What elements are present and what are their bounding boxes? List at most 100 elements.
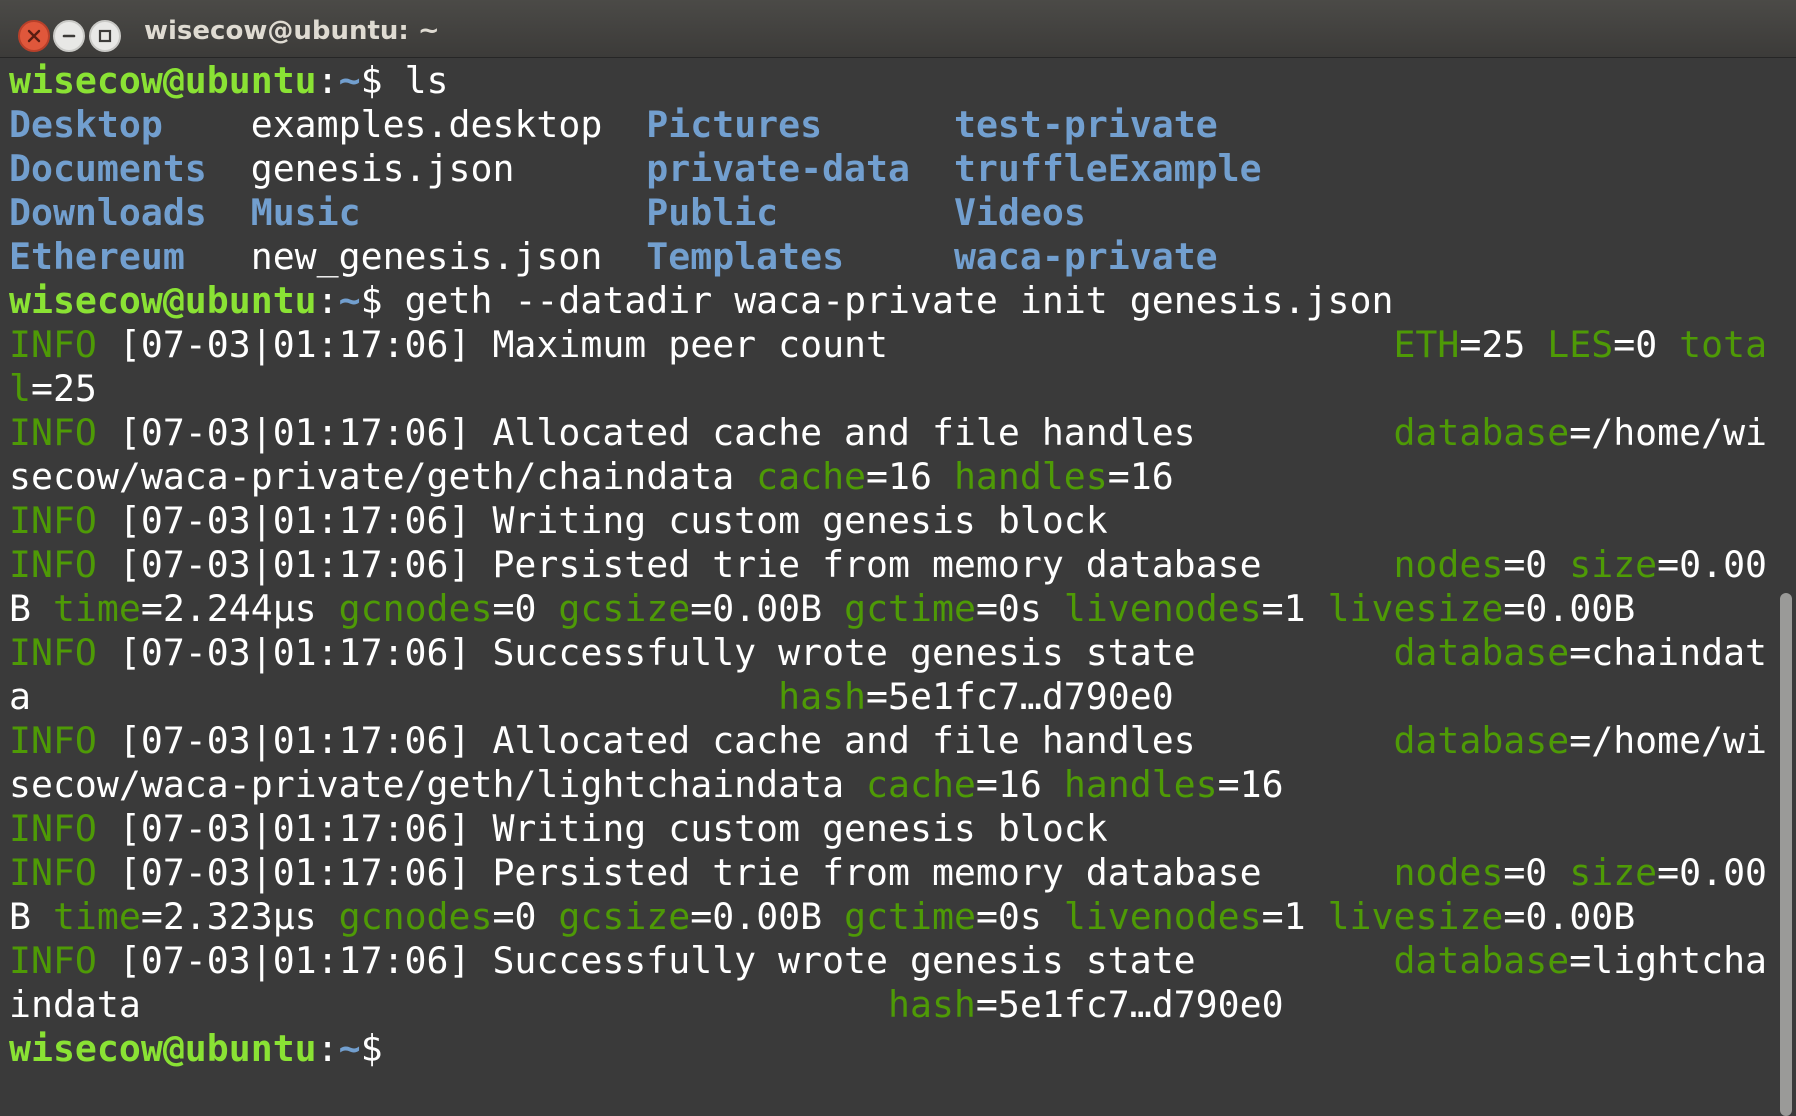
terminal-text: =0 [492, 587, 559, 630]
log-field: livenodes [1063, 587, 1262, 630]
terminal-text: [07-03|01:17:06] Writing custom genesis … [96, 499, 1108, 542]
terminal-line: INFO [07-03|01:17:06] Allocated cache an… [9, 411, 1769, 455]
terminal-line: wisecow@ubuntu:~$ geth --datadir waca-pr… [9, 279, 1769, 323]
terminal-text: [07-03|01:17:06] Allocated cache and fil… [96, 719, 1394, 762]
log-field: gcnodes [338, 895, 493, 938]
terminal-text: =0.00B [690, 587, 845, 630]
terminal-text: =0 [1503, 543, 1570, 586]
terminal-line: a hash=5e1fc7…d790e0 [9, 675, 1769, 719]
log-field: handles [1063, 763, 1218, 806]
log-field: cache [866, 763, 976, 806]
log-field: INFO [9, 939, 97, 982]
directory-name: waca-private [953, 235, 1218, 278]
terminal-line: B time=2.244µs gcnodes=0 gcsize=0.00B gc… [9, 587, 1769, 631]
terminal-text: =25 [1459, 323, 1548, 366]
terminal-line: Desktop examples.desktop Pictures test-p… [9, 103, 1769, 147]
terminal-line: secow/waca-private/geth/lightchaindata c… [9, 763, 1769, 807]
directory-name: Ethereum [9, 235, 185, 278]
terminal-text: $ geth --datadir waca-private init genes… [360, 279, 1394, 322]
directory-name: Downloads [9, 191, 207, 234]
log-field: INFO [9, 719, 97, 762]
log-field: LES [1547, 323, 1614, 366]
terminal-text: =0 [1503, 851, 1570, 894]
terminal-text: =0.00B [1503, 587, 1636, 630]
directory-name: Videos [953, 191, 1086, 234]
directory-name: Public [646, 191, 779, 234]
log-field: INFO [9, 543, 97, 586]
terminal-text: =0.00B [1503, 895, 1636, 938]
log-field: ETH [1393, 323, 1460, 366]
terminal-text: =0s [975, 895, 1064, 938]
terminal-output[interactable]: wisecow@ubuntu:~$ ls Desktop examples.des… [9, 59, 1769, 1116]
log-field: nodes [1393, 543, 1504, 586]
log-field: size [1569, 851, 1658, 894]
terminal-line: B time=2.323µs gcnodes=0 gcsize=0.00B gc… [9, 895, 1769, 939]
minimize-icon[interactable] [53, 20, 85, 52]
prompt-user: wisecow@ubuntu [9, 279, 317, 322]
directory-name: private-data [646, 147, 910, 190]
terminal-text: =0 [1613, 323, 1680, 366]
terminal-text: =5e1fc7…d790e0 [866, 675, 1174, 718]
terminal-line: INFO [07-03|01:17:06] Successfully wrote… [9, 939, 1769, 983]
terminal-line: INFO [07-03|01:17:06] Maximum peer count… [9, 323, 1769, 367]
log-field: gcnodes [338, 587, 493, 630]
terminal-line: secow/waca-private/geth/chaindata cache=… [9, 455, 1769, 499]
terminal-text: B [9, 587, 53, 630]
log-field: INFO [9, 631, 97, 674]
vertical-scrollbar[interactable] [1776, 59, 1796, 1116]
log-field: INFO [9, 851, 97, 894]
directory-name: Desktop [9, 103, 251, 146]
terminal-text: : [316, 279, 339, 322]
terminal-text: ~ [338, 59, 361, 102]
terminal-text: =5e1fc7…d790e0 [975, 983, 1284, 1026]
terminal-text: =0s [975, 587, 1064, 630]
log-field: nodes [1393, 851, 1504, 894]
directory-name: Pictures [646, 103, 823, 146]
terminal-line: INFO [07-03|01:17:06] Allocated cache an… [9, 719, 1769, 763]
log-field: tota [1679, 323, 1768, 366]
terminal-text: =0.00B [690, 895, 845, 938]
directory-name: truffleExample [953, 147, 1262, 190]
terminal-text: secow/waca-private/geth/lightchaindata [9, 763, 867, 806]
log-field: database [1393, 719, 1570, 762]
terminal-text: =1 [1261, 587, 1328, 630]
terminal-line: INFO [07-03|01:17:06] Persisted trie fro… [9, 851, 1769, 895]
terminal-line: indata hash=5e1fc7…d790e0 [9, 983, 1769, 1027]
log-field: gcsize [558, 895, 691, 938]
terminal-text: ~ [338, 279, 361, 322]
terminal-line: Downloads Music Public Videos [9, 191, 1769, 235]
terminal-text: examples.desktop [250, 103, 647, 146]
log-field: size [1569, 543, 1658, 586]
close-icon[interactable] [18, 20, 50, 52]
terminal-text: =16 [1107, 455, 1174, 498]
title-bar[interactable]: wisecow@ubuntu: ~ [0, 0, 1796, 58]
terminal-text: $ ls [360, 59, 449, 102]
terminal-text: [07-03|01:17:06] Maximum peer count [96, 323, 1394, 366]
terminal-text: new_genesis.json [184, 235, 647, 278]
log-field: hash [888, 983, 976, 1026]
terminal-text: a [9, 675, 779, 718]
terminal-line: Documents genesis.json private-data truf… [9, 147, 1769, 191]
terminal-window: wisecow@ubuntu: ~ wisecow@ubuntu:~$ ls De… [0, 0, 1796, 1116]
log-field: database [1393, 411, 1570, 454]
maximize-icon[interactable] [89, 20, 121, 52]
terminal-text: ~ [338, 1027, 361, 1070]
terminal-text: [07-03|01:17:06] Persisted trie from mem… [96, 543, 1394, 586]
log-field: database [1393, 631, 1570, 674]
directory-name: Templates [646, 235, 845, 278]
log-field: time [52, 587, 141, 630]
log-field: INFO [9, 499, 97, 542]
terminal-text: =0.00 [1657, 851, 1768, 894]
terminal-text: =16 [975, 763, 1064, 806]
log-field: INFO [9, 411, 97, 454]
log-field: livesize [1327, 895, 1504, 938]
terminal-text: [07-03|01:17:06] Successfully wrote gene… [96, 631, 1394, 674]
log-field: time [52, 895, 141, 938]
terminal-text: : [316, 59, 339, 102]
terminal-text: =chaindat [1569, 631, 1768, 674]
scrollbar-thumb[interactable] [1780, 593, 1792, 1116]
terminal-text: [07-03|01:17:06] Allocated cache and fil… [96, 411, 1394, 454]
